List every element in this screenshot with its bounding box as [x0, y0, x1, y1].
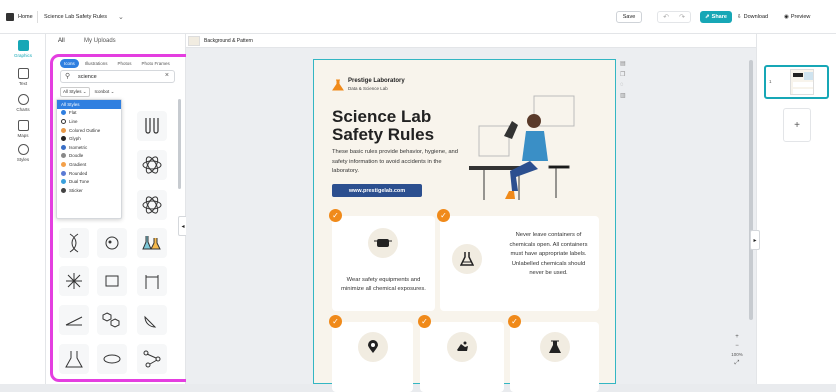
add-page-button[interactable]: +: [783, 108, 811, 142]
chart-icon: [17, 94, 29, 105]
nav-styles[interactable]: Styles: [0, 144, 46, 162]
thumbnail-preview: [790, 69, 814, 95]
rule-card-5[interactable]: [510, 322, 599, 392]
nav-maps[interactable]: Maps: [0, 120, 46, 138]
flask-icon: [452, 244, 482, 274]
checkmark-icon: ✓: [508, 315, 521, 328]
share-label: Share: [711, 14, 727, 20]
document-title[interactable]: Science Lab Safety Rules: [44, 14, 107, 20]
brand-subtitle[interactable]: Data & Science Lab: [348, 86, 388, 91]
hand-wash-icon: [447, 332, 477, 362]
zoom-in-button[interactable]: +: [735, 334, 739, 340]
nav-label: Styles: [16, 157, 30, 162]
rule-card-4[interactable]: [420, 322, 504, 392]
redo-icon[interactable]: ↷: [679, 13, 685, 21]
intro-text[interactable]: These basic rules provide behavior, hygi…: [332, 148, 460, 177]
nav-text[interactable]: Text: [0, 68, 46, 86]
expand-pages-handle[interactable]: ▸: [750, 230, 760, 250]
thumb-title-block: [793, 73, 803, 77]
tab-all[interactable]: All: [58, 38, 65, 44]
graphics-icon: [17, 40, 29, 51]
thumb-illustration-block: [804, 72, 813, 80]
canvas-toolbar: Background & Pattern: [186, 34, 756, 48]
page-thumbnail-1[interactable]: 1: [764, 65, 829, 99]
rule-text-2: Never leave containers of chemicals open…: [509, 232, 588, 276]
nav-graphics[interactable]: Graphics: [0, 40, 46, 58]
home-link[interactable]: Home: [18, 14, 33, 20]
text-icon: [17, 68, 29, 79]
location-pin-icon: [358, 332, 388, 362]
preview-label: Preview: [790, 14, 811, 20]
tab-my-uploads[interactable]: My Uploads: [84, 38, 116, 44]
preview-button[interactable]: ◉ Preview: [784, 14, 810, 20]
nav-label: Maps: [17, 133, 29, 138]
background-pattern-button[interactable]: Background & Pattern: [204, 38, 253, 44]
mask-icon: [368, 228, 398, 258]
add-page-label: +: [794, 119, 800, 131]
nav-label: Charts: [16, 107, 30, 112]
left-navigation: Graphics Text Charts Maps Styles: [0, 34, 46, 384]
experiment-flask-icon: [540, 332, 570, 362]
download-button[interactable]: ⇩ Download: [737, 14, 768, 20]
title-line-2[interactable]: Safety Rules: [332, 126, 434, 144]
infographic-page[interactable]: Prestige Laboratory Data & Science Lab S…: [313, 59, 616, 392]
website-badge[interactable]: www.prestigelab.com: [332, 184, 422, 197]
share-icon: ⇗: [705, 14, 710, 20]
thumb-card-block: [793, 82, 813, 87]
pages-panel: ▸ 1 +: [750, 34, 836, 384]
delete-icon[interactable]: ▥: [620, 92, 628, 99]
share-button[interactable]: ⇗ Share: [700, 11, 732, 23]
palette-icon: [17, 144, 29, 155]
save-label: Save: [622, 14, 636, 20]
nav-label: Graphics: [13, 53, 32, 58]
page-tools: ▤ ❐ ◌ ▥: [620, 60, 628, 106]
hide-icon[interactable]: ◌: [620, 82, 628, 88]
divider: [37, 11, 38, 23]
download-label: Download: [743, 14, 769, 20]
rule-card-2[interactable]: Never leave containers of chemicals open…: [440, 216, 599, 311]
map-icon: [17, 120, 29, 131]
nav-charts[interactable]: Charts: [0, 94, 46, 112]
eye-icon: ◉: [784, 14, 789, 20]
save-button[interactable]: Save: [616, 11, 642, 23]
title-line-1[interactable]: Science Lab: [332, 108, 431, 126]
home-icon[interactable]: [6, 13, 14, 21]
checkmark-icon: ✓: [418, 315, 431, 328]
flask-logo-icon: [332, 78, 344, 91]
rule-card-3[interactable]: [332, 322, 413, 392]
thumb-card-block: [793, 89, 813, 94]
rule-card-1[interactable]: Wear safety equipments and minimize all …: [332, 216, 435, 311]
checkmark-icon: ✓: [329, 209, 342, 222]
zoom-level[interactable]: 100%: [731, 352, 743, 357]
download-icon: ⇩: [737, 14, 742, 20]
copy-icon[interactable]: ❐: [620, 71, 628, 78]
page-number: 1: [769, 79, 772, 84]
brand-name[interactable]: Prestige Laboratory: [348, 78, 405, 84]
canvas-scrollbar[interactable]: [749, 60, 753, 320]
zoom-out-button[interactable]: −: [735, 343, 739, 349]
rule-text-1: Wear safety equipments and minimize all …: [341, 277, 426, 292]
nav-label: Text: [18, 81, 28, 86]
undo-redo-group: ↶ ↷: [657, 11, 691, 23]
scientist-illustration[interactable]: [464, 86, 594, 204]
fit-screen-icon[interactable]: ⤢: [735, 360, 740, 367]
undo-icon[interactable]: ↶: [663, 13, 669, 21]
checkmark-icon: ✓: [329, 315, 342, 328]
zoom-controls: + − 100% ⤢: [727, 334, 747, 382]
notes-icon[interactable]: ▤: [620, 60, 628, 67]
chevron-down-icon[interactable]: ⌄: [118, 13, 124, 21]
top-bar: Home Science Lab Safety Rules ⌄ Save ↶ ↷ …: [0, 0, 836, 34]
checkmark-icon: ✓: [437, 209, 450, 222]
background-swatch[interactable]: [188, 36, 200, 46]
